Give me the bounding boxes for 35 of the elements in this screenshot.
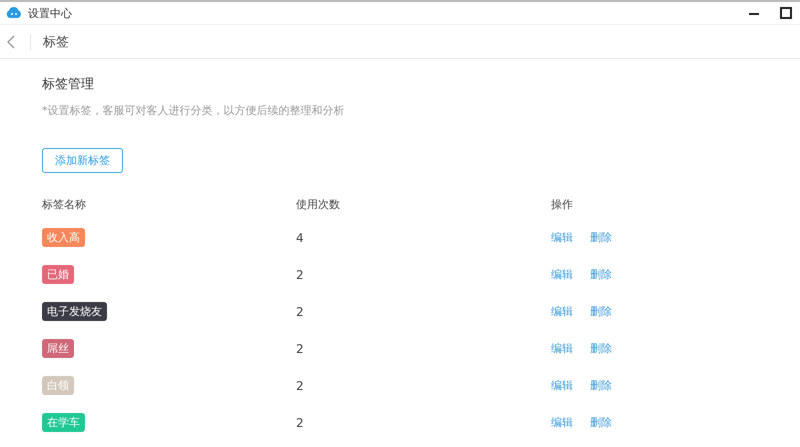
usage-count: 2 [296,416,305,430]
tag-chip: 收入高 [42,228,85,247]
action-link[interactable]: 编辑 [551,415,573,430]
back-icon[interactable] [7,34,15,48]
tag-chip: 在学车 [42,413,85,432]
tag-chip: 已婚 [42,265,74,284]
action-link[interactable]: 删除 [590,341,612,356]
section-title: 标签管理 [42,76,95,93]
page-title: 标签 [43,34,69,50]
tag-chip: 电子发烧友 [42,302,107,321]
column-header: 标签名称 [42,196,87,212]
usage-count: 2 [296,342,305,356]
action-link[interactable]: 编辑 [551,378,573,393]
cloud-logo-icon [6,7,22,19]
action-link[interactable]: 删除 [590,415,612,430]
usage-count: 4 [296,230,305,244]
usage-count: 2 [296,268,305,282]
action-link[interactable]: 编辑 [551,304,573,319]
action-link[interactable]: 编辑 [551,230,573,245]
action-link[interactable]: 删除 [590,378,612,393]
action-link[interactable]: 编辑 [551,267,573,282]
window-title: 设置中心 [28,6,72,20]
column-header: 使用次数 [296,196,341,212]
add-tag-button[interactable]: 添加新标签 [42,148,123,173]
action-link[interactable]: 删除 [590,304,612,319]
hint-text: *设置标签，客服可对客人进行分类，以方便后续的整理和分析 [42,103,346,118]
tag-chip: 白领 [42,376,74,395]
action-link[interactable]: 编辑 [551,341,573,356]
tag-chip: 屌丝 [42,339,74,358]
column-header: 操作 [551,196,573,212]
maximize-icon[interactable] [780,7,792,19]
usage-count: 2 [296,378,305,392]
action-link[interactable]: 删除 [590,267,612,282]
action-link[interactable]: 删除 [590,230,612,245]
usage-count: 2 [296,304,305,318]
